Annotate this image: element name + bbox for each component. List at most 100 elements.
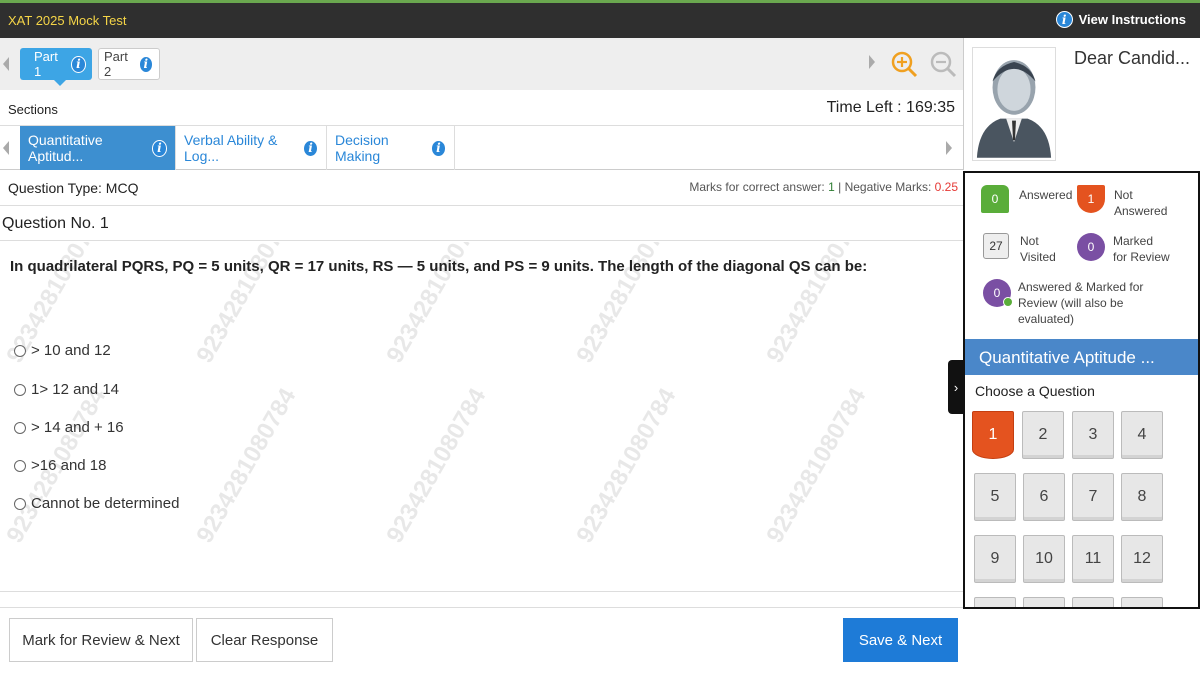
question-button-partial[interactable] [1023,597,1065,607]
save-next-button[interactable]: Save & Next [843,618,958,662]
label-line: Review (will also be [1018,296,1124,310]
option-label: 1> 12 and 14 [31,381,120,398]
label-line: evaluated) [1018,312,1075,326]
label-line: Not [1020,234,1039,248]
radio-button[interactable] [14,383,26,396]
mark-for-review-next-button[interactable]: Mark for Review & Next [9,618,193,662]
question-button-7[interactable]: 7 [1072,473,1114,521]
tab-part-2[interactable]: Part 2 i [98,48,160,80]
tab-label: Verbal Ability & Log... [184,132,278,164]
parts-scroll-left-icon[interactable] [3,57,9,71]
option-1[interactable]: > 10 and 12 [14,342,111,359]
radio-button[interactable] [14,459,26,472]
radio-button[interactable] [14,344,26,357]
question-type-row: Question Type: MCQ Marks for correct ans… [0,170,963,206]
question-palette: Quantitative Aptitude ... Choose a Quest… [963,339,1200,609]
status-legend: 0 Answered 1 Not Answered 27 Not Visited… [963,171,1200,339]
candidate-profile: Dear Candid... [963,38,1200,170]
divider [0,591,963,592]
info-icon[interactable]: i [303,139,318,157]
question-area: 9234281080784 9234281080784 923428108078… [0,242,963,592]
section-tabs: Quantitative Aptitud... i Verbal Ability… [0,126,963,170]
chevron-right-icon: › [953,379,959,395]
tab-part-1-label: Part 1 [34,49,58,79]
question-button-10[interactable]: 10 [1023,535,1065,583]
answered-badge: 0 [981,185,1009,213]
question-button-9[interactable]: 9 [974,535,1016,583]
watermark: 9234281080784 [761,383,872,548]
radio-button[interactable] [14,497,26,510]
info-icon[interactable]: i [70,55,86,73]
question-button-3[interactable]: 3 [1072,411,1114,459]
watermark: 9234281080784 [191,383,302,548]
choose-question-label: Choose a Question [975,383,1095,399]
marked-label: Marked for Review [1113,233,1170,265]
palette-section-title: Quantitative Aptitude ... [965,339,1198,375]
test-title: XAT 2025 Mock Test [8,13,127,28]
parts-bar: Part 1 i Part 2 i [0,38,963,90]
question-button-partial[interactable] [1072,597,1114,607]
info-icon[interactable]: i [151,139,167,157]
tab-decision-making[interactable]: Decision Making i [327,126,455,170]
zoom-out-icon[interactable] [929,50,957,78]
check-dot-icon [1003,297,1013,307]
option-2[interactable]: 1> 12 and 14 [14,381,119,398]
tab-label: Quantitative Aptitud... [28,132,103,164]
answered-marked-badge: 0 [983,279,1013,307]
question-button-4[interactable]: 4 [1121,411,1163,459]
info-icon[interactable]: i [430,139,446,157]
option-3[interactable]: > 14 and + 16 [14,419,124,436]
tab-quantitative-aptitude[interactable]: Quantitative Aptitud... i [20,126,176,170]
not-visited-label: Not Visited [1020,233,1056,265]
marks-correct-value: 1 [828,180,835,194]
negative-marks-value: 0.25 [934,180,958,194]
question-number: Question No. 1 [2,215,109,232]
tab-label: Decision Making [335,132,389,164]
watermark: 9234281080784 [571,383,682,548]
label-line: Visited [1020,250,1056,264]
parts-scroll-right-icon[interactable] [869,55,875,69]
answered-marked-label: Answered & Marked for Review (will also … [1018,279,1143,327]
top-bar: XAT 2025 Mock Test i View Instructions [0,0,1200,38]
negative-marks-label: Negative Marks: [844,180,932,194]
label-line: Not [1114,188,1133,202]
question-button-6[interactable]: 6 [1023,473,1065,521]
question-button-8[interactable]: 8 [1121,473,1163,521]
zoom-in-icon[interactable] [890,50,918,78]
label-line: for Review [1113,250,1170,264]
answered-label: Answered [1019,188,1073,202]
tab-part-2-label: Part 2 [104,49,128,79]
question-button-partial[interactable] [974,597,1016,607]
question-type: Question Type: MCQ [8,180,139,196]
sections-scroll-right-icon[interactable] [946,141,952,155]
label-line: Marked [1113,234,1154,248]
question-number-row: Question No. 1 [0,207,963,241]
marks-correct-label: Marks for correct answer: [689,180,825,194]
question-button-1[interactable]: 1 [972,411,1014,459]
not-answered-badge: 1 [1077,185,1105,213]
clear-response-button[interactable]: Clear Response [196,618,333,662]
not-visited-badge: 27 [983,233,1009,259]
question-button-partial[interactable] [1121,597,1163,607]
option-label: > 14 and + 16 [31,419,124,436]
option-4[interactable]: >16 and 18 [14,457,107,474]
question-button-11[interactable]: 11 [1072,535,1114,583]
collapse-panel-toggle[interactable]: › [948,360,964,414]
question-button-12[interactable]: 12 [1121,535,1163,583]
marks-separator: | [838,180,842,194]
question-text: In quadrilateral PQRS, PQ = 5 units, QR … [10,258,868,275]
option-5[interactable]: Cannot be determined [14,495,179,512]
view-instructions-link[interactable]: i View Instructions [1055,11,1186,28]
question-button-2[interactable]: 2 [1022,411,1064,459]
info-icon[interactable]: i [138,55,153,73]
option-label: > 10 and 12 [31,342,111,359]
radio-button[interactable] [14,421,26,434]
sections-scroll-left-icon[interactable] [3,141,9,155]
view-instructions-label: View Instructions [1078,12,1186,27]
candidate-greeting: Dear Candid... [1074,48,1191,68]
not-answered-label: Not Answered [1114,187,1167,219]
tab-part-1[interactable]: Part 1 i [20,48,92,86]
tab-verbal-ability[interactable]: Verbal Ability & Log... i [176,126,327,170]
question-button-5[interactable]: 5 [974,473,1016,521]
question-panel: Part 1 i Part 2 i Sections Time Left : 1… [0,38,963,675]
